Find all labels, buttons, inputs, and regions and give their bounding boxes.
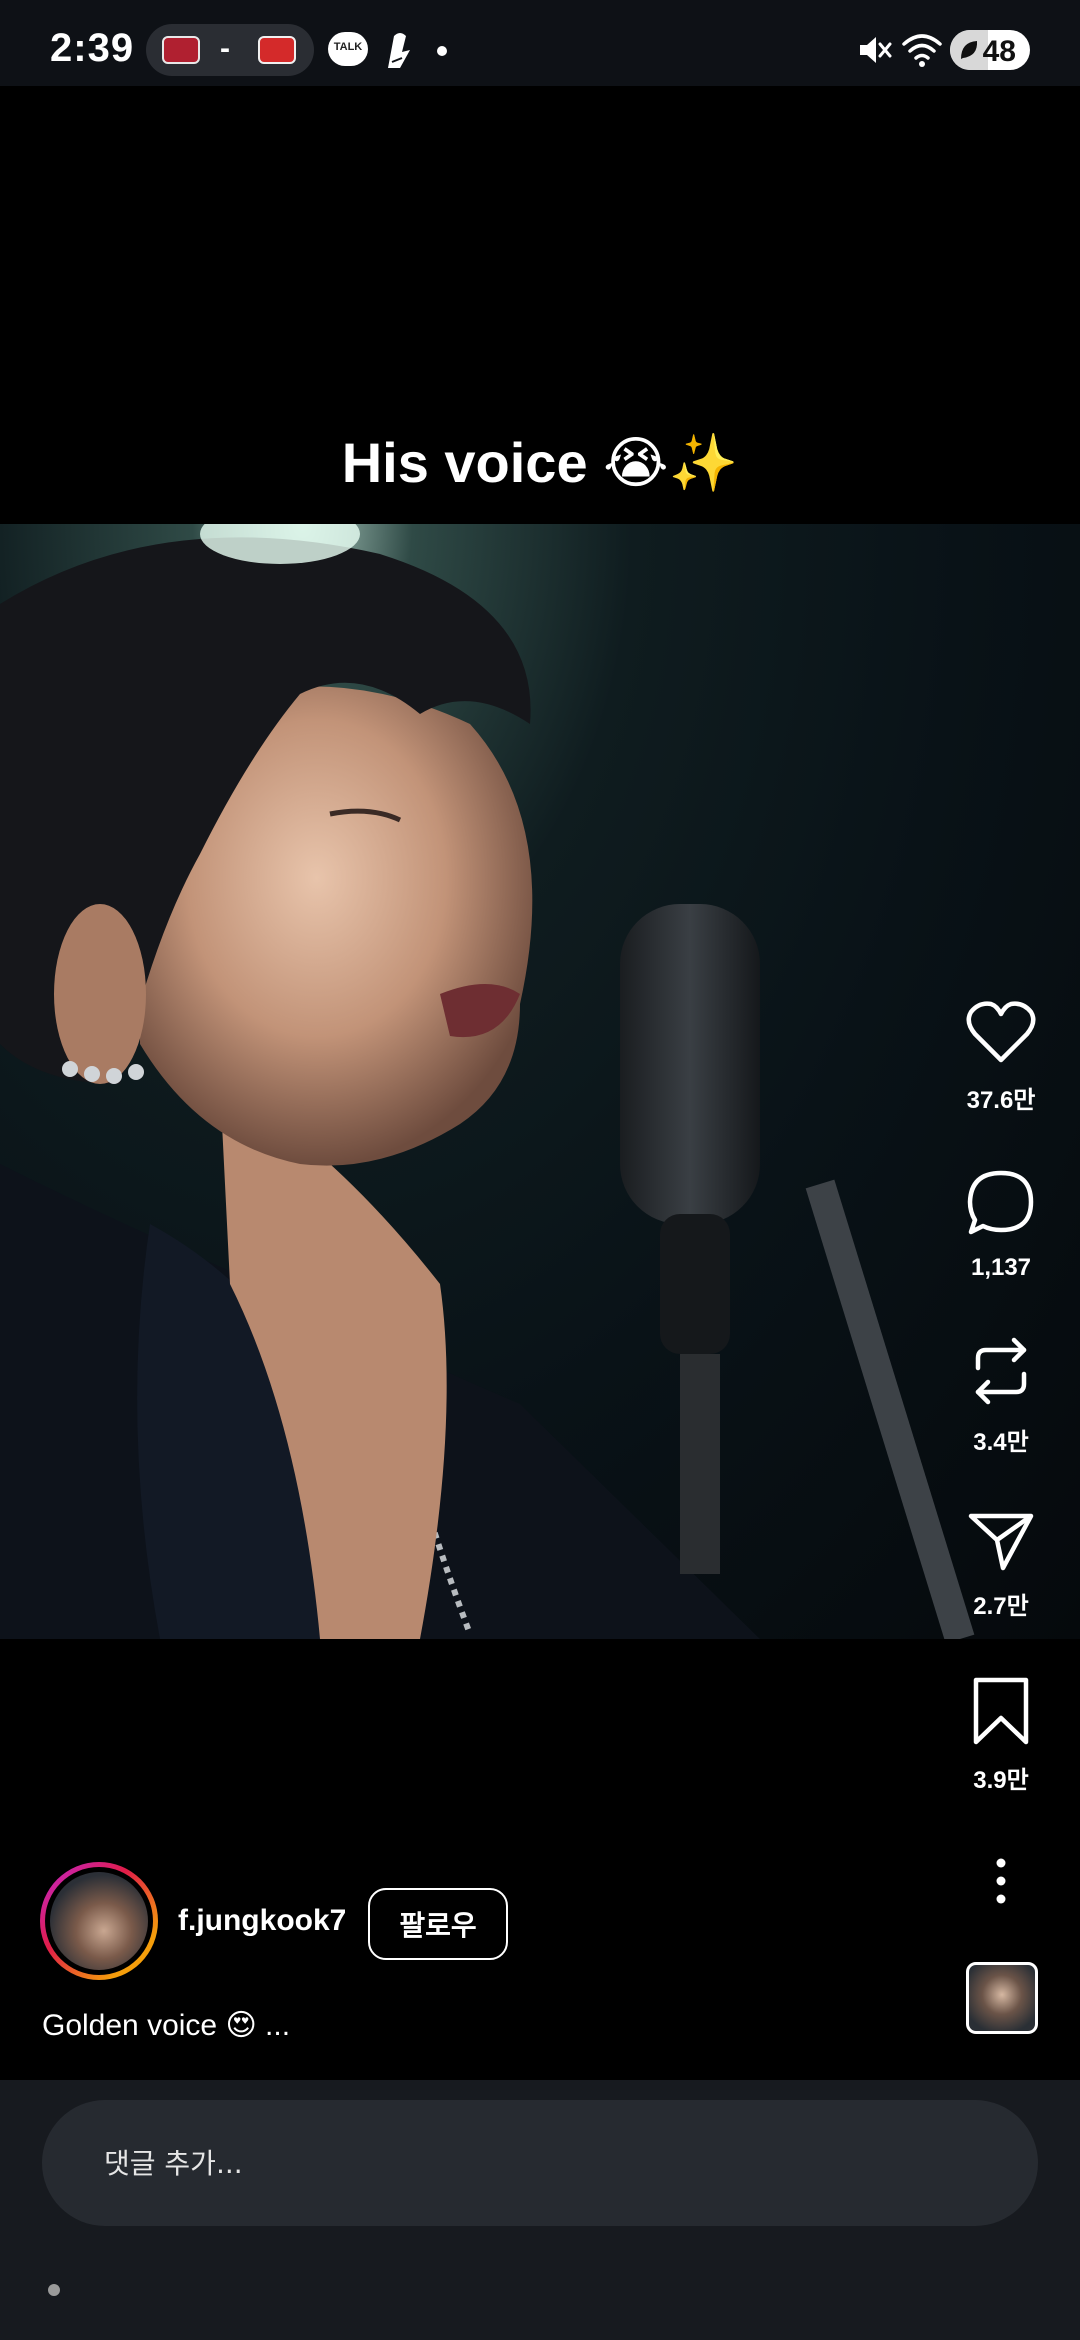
repost-count: 3.4만	[973, 1429, 1029, 1456]
score-separator: -	[220, 32, 230, 65]
kakaotalk-icon: TALK	[328, 32, 368, 66]
team-logo-icon	[162, 36, 200, 64]
paper-plane-icon	[968, 1513, 1034, 1571]
more-options-button[interactable]	[940, 1858, 1062, 1904]
bookmark-icon	[973, 1677, 1029, 1745]
speech-bubble-icon	[967, 1170, 1034, 1235]
post-description[interactable]: Golden voice 😍 ...	[42, 2008, 290, 2043]
nav-indicator-dot	[48, 2284, 60, 2296]
repost-button[interactable]: 3.4만	[940, 1334, 1062, 1457]
battery-level: 48	[982, 35, 1016, 68]
share-button[interactable]: 2.7만	[940, 1510, 1062, 1621]
follow-button[interactable]: 팔로우	[368, 1888, 508, 1960]
battery-indicator: 48	[950, 30, 1030, 70]
avatar-image	[50, 1872, 148, 1970]
status-time: 2:39	[50, 26, 135, 70]
comment-button[interactable]: 1,137	[940, 1168, 1062, 1282]
live-score-pill[interactable]: -	[146, 24, 314, 76]
like-count: 37.6만	[966, 1087, 1036, 1114]
repost-icon	[975, 1337, 1027, 1405]
avatar-inner	[45, 1867, 153, 1975]
comment-input[interactable]	[42, 2100, 1038, 2226]
video-player[interactable]	[0, 524, 1080, 1639]
save-button[interactable]: 3.9만	[940, 1676, 1062, 1795]
status-bar: 2:39 - TALK 48	[0, 0, 1080, 86]
more-notifications-dot	[437, 46, 447, 56]
heart-icon	[966, 1001, 1036, 1063]
more-vertical-icon	[996, 1858, 1006, 1904]
team-logo-icon	[258, 36, 296, 64]
like-button[interactable]: 37.6만	[940, 1000, 1062, 1115]
mute-icon	[860, 37, 892, 63]
battery-saver-icon	[961, 41, 978, 59]
notification-app-icon	[388, 33, 410, 68]
audio-thumbnail[interactable]	[966, 1962, 1038, 2034]
save-count: 3.9만	[973, 1767, 1029, 1794]
video-frame-image	[0, 524, 975, 1639]
author-avatar[interactable]	[40, 1862, 158, 1980]
author-username[interactable]: f.jungkook7	[178, 1904, 346, 1938]
wifi-icon	[902, 34, 942, 67]
share-count: 2.7만	[973, 1593, 1029, 1620]
comment-count: 1,137	[970, 1254, 1032, 1281]
talk-label: TALK	[333, 41, 363, 53]
reel-caption: His voice 😭✨	[341, 431, 739, 494]
